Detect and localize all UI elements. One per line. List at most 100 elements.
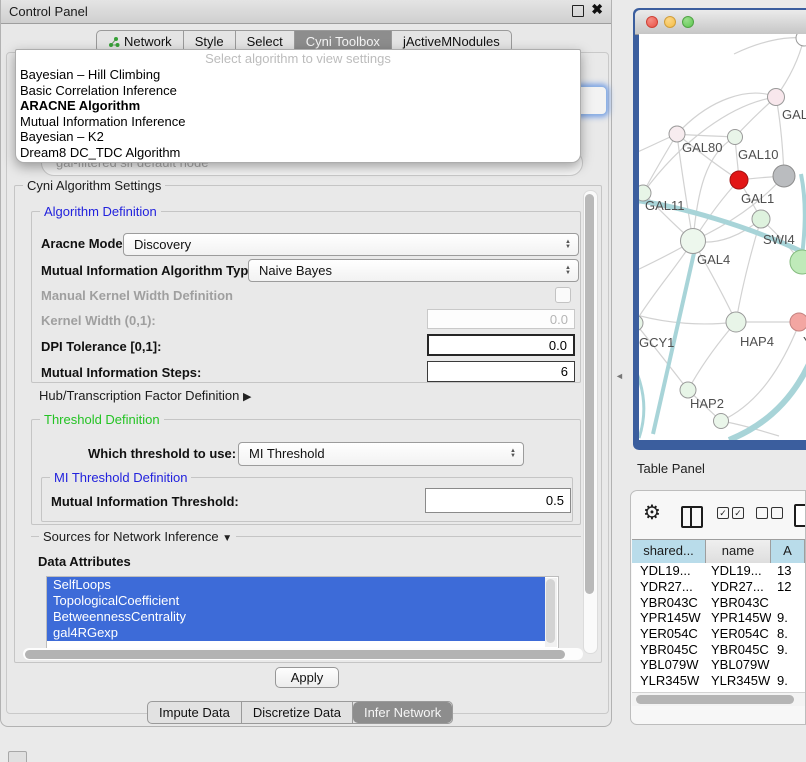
which-threshold-combo[interactable]: MI Threshold ▲▼ — [238, 442, 524, 466]
minimized-window-icon[interactable] — [8, 751, 27, 762]
table-row[interactable]: YBR043C YBR043C — [632, 594, 805, 610]
algorithm-option[interactable]: Mutual Information Inference — [20, 114, 185, 129]
settings-horizontal-scrollbar[interactable] — [23, 648, 583, 660]
zoom-window-button[interactable] — [682, 16, 694, 28]
table-row[interactable]: YDL19... YDL19... 13 — [632, 563, 805, 579]
tab-infer-network[interactable]: Infer Network — [353, 702, 452, 723]
table-horizontal-scrollbar[interactable] — [632, 692, 805, 706]
algorithm-option[interactable]: Bayesian – K2 — [20, 129, 104, 144]
column-header-third[interactable]: A — [771, 540, 805, 563]
tab-discretize-data[interactable]: Discretize Data — [242, 702, 353, 723]
control-panel-titlebar: Control Panel ✖ — [1, 0, 611, 24]
table-row[interactable]: YDR27... YDR27... 12 — [632, 579, 805, 595]
control-panel-title: Control Panel — [9, 4, 88, 19]
column-header-shared-name[interactable]: shared... — [632, 540, 706, 563]
group-title: Algorithm Definition — [40, 204, 161, 219]
manual-kernel-checkbox[interactable] — [555, 287, 571, 303]
close-window-button[interactable] — [646, 16, 658, 28]
network-node-gal4[interactable] — [681, 229, 706, 254]
network-canvas[interactable]: GAL GAL80 GAL10 GAL1 GAL11 SWI4 GAL4 GCY… — [639, 34, 806, 440]
node-label: GAL11 — [645, 198, 685, 213]
minimize-window-button[interactable] — [664, 16, 676, 28]
settings-vertical-scrollbar[interactable] — [583, 190, 598, 654]
attribute-item-selected[interactable]: SelfLoops — [47, 577, 545, 593]
table-row[interactable]: YER054C YER054C 8. — [632, 626, 805, 642]
node-label: GAL10 — [738, 147, 778, 162]
sources-collapse-expander[interactable]: Sources for Network Inference ▼ — [39, 529, 236, 544]
dpi-tolerance-label: DPI Tolerance [0,1]: — [41, 339, 161, 354]
mi-threshold-definition-group: MI Threshold Definition Mutual Informati… — [41, 477, 573, 522]
attribute-list-scrollbar[interactable] — [545, 578, 557, 647]
network-node-gal1[interactable] — [752, 210, 770, 228]
screen: Control Panel ✖ Network Style Select — [0, 0, 806, 762]
gear-icon[interactable]: ⚙ — [643, 503, 661, 523]
network-view-window: GAL GAL80 GAL10 GAL1 GAL11 SWI4 GAL4 GCY… — [633, 8, 806, 450]
manual-kernel-label: Manual Kernel Width Definition — [41, 288, 233, 303]
deselect-all-checkboxes-icon[interactable] — [756, 507, 783, 519]
close-panel-button[interactable]: ✖ — [591, 3, 603, 15]
float-panel-button[interactable] — [572, 5, 584, 17]
table-panel-window: ⚙ ✓✓ shared... name A YDL19... YDL19... … — [630, 490, 806, 725]
scrollbar-thumb[interactable] — [25, 650, 565, 659]
threshold-definition-group: Threshold Definition Which threshold to … — [31, 419, 581, 525]
kernel-width-label: Kernel Width (0,1): — [41, 313, 156, 328]
dpi-tolerance-field[interactable] — [427, 334, 575, 356]
algorithm-option[interactable]: Bayesian – Hill Climbing — [20, 67, 160, 82]
network-node[interactable] — [796, 34, 806, 46]
apply-button[interactable]: Apply — [275, 667, 339, 688]
mi-threshold-field[interactable] — [425, 488, 571, 513]
scrollbar-thumb[interactable] — [585, 194, 594, 594]
export-table-icon[interactable] — [794, 504, 806, 527]
group-title: Cyni Algorithm Settings — [23, 178, 165, 193]
column-header-name[interactable]: name — [706, 540, 771, 563]
data-attributes-list: SelfLoops TopologicalCoefficient Between… — [46, 576, 559, 649]
algorithm-option-selected[interactable]: ARACNE Algorithm — [20, 98, 140, 113]
algorithm-option[interactable]: Dream8 DC_TDC Algorithm — [20, 145, 180, 160]
table-row[interactable]: YBL079W YBL079W — [632, 657, 805, 673]
table-panel-title: Table Panel — [637, 461, 705, 476]
mi-steps-field[interactable] — [427, 361, 575, 382]
group-title: Threshold Definition — [40, 412, 164, 427]
mi-steps-label: Mutual Information Steps: — [41, 365, 201, 380]
scrollbar-thumb[interactable] — [546, 579, 555, 643]
mi-threshold-label: Mutual Information Threshold: — [51, 494, 239, 509]
node-label: GCY1 — [639, 335, 674, 350]
aracne-mode-combo[interactable]: Discovery ▲▼ — [123, 233, 579, 256]
node-label: GAL4 — [697, 252, 730, 267]
network-node-hap4[interactable] — [726, 312, 746, 332]
network-node-gal10[interactable] — [728, 130, 743, 145]
network-node-gray[interactable] — [773, 165, 795, 187]
network-node-swi4[interactable] — [790, 250, 806, 274]
node-label: GAL1 — [741, 191, 774, 206]
network-node[interactable] — [714, 414, 729, 429]
data-attributes-label: Data Attributes — [38, 554, 131, 569]
node-label: GAL — [782, 107, 806, 122]
sources-group: Sources for Network Inference ▼ Data Att… — [31, 536, 581, 649]
kernel-width-field[interactable] — [427, 309, 575, 329]
cyni-bottom-tabs: Impute Data Discretize Data Infer Networ… — [147, 701, 453, 724]
network-node-labels: GAL GAL80 GAL10 GAL1 GAL11 SWI4 GAL4 GCY… — [639, 107, 806, 411]
network-node-selected-red[interactable] — [730, 171, 748, 189]
attribute-item-selected[interactable]: gal4RGexp — [47, 625, 545, 641]
node-label: GAL80 — [682, 140, 722, 155]
table-row[interactable]: YBR045C YBR045C 9. — [632, 641, 805, 657]
network-node[interactable] — [768, 89, 785, 106]
mi-type-combo[interactable]: Naive Bayes ▲▼ — [248, 259, 579, 282]
network-node-gcy1[interactable] — [639, 315, 643, 331]
select-all-checkboxes-icon[interactable]: ✓✓ — [717, 507, 744, 519]
algorithm-option[interactable]: Basic Correlation Inference — [20, 83, 177, 98]
table-row[interactable]: YPR145W YPR145W 9. — [632, 610, 805, 626]
hub-factor-expander[interactable]: Hub/Transcription Factor Definition ▶ — [39, 388, 251, 403]
table-row[interactable]: YLR345W YLR345W 9. — [632, 673, 805, 689]
node-label: HAP4 — [740, 334, 774, 349]
scrollbar-thumb[interactable] — [636, 695, 794, 704]
table-header-row: shared... name A — [632, 539, 805, 564]
node-label: SWI4 — [763, 232, 795, 247]
attribute-item-selected[interactable]: BetweennessCentrality — [47, 609, 545, 625]
algorithm-dropdown-popup: Select algorithm to view settings Bayesi… — [15, 49, 581, 163]
tab-impute-data[interactable]: Impute Data — [148, 702, 242, 723]
mi-type-label: Mutual Information Algorithm Type: — [41, 263, 260, 278]
attribute-item-selected[interactable]: TopologicalCoefficient — [47, 593, 545, 609]
network-node-salmon[interactable] — [790, 313, 806, 331]
column-layout-icon[interactable] — [681, 506, 703, 528]
